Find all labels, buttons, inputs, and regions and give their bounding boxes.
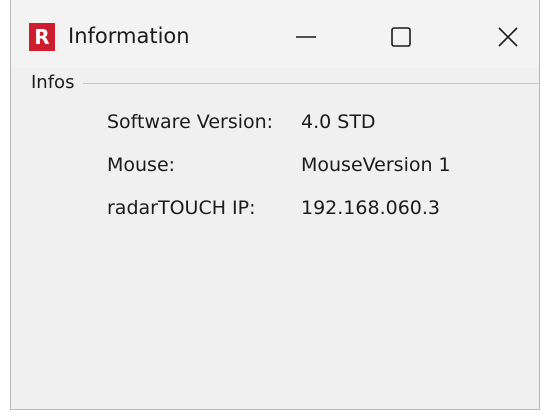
mouse-value: MouseVersion 1 — [301, 154, 451, 176]
radartouch-ip-label: radarTOUCH IP: — [107, 197, 256, 219]
software-version-label: Software Version: — [107, 111, 274, 133]
groupbox-label: Infos — [31, 72, 75, 93]
window-title: Information — [68, 24, 190, 48]
minimize-button[interactable] — [284, 20, 328, 54]
radartouch-ip-value: 192.168.060.3 — [301, 197, 441, 219]
close-icon — [498, 27, 518, 47]
title-bar[interactable]: R Information — [11, 0, 539, 68]
app-icon: R — [29, 23, 55, 51]
mouse-label: Mouse: — [107, 154, 176, 176]
groupbox-border — [83, 83, 539, 84]
maximize-icon — [391, 27, 411, 47]
software-version-value: 4.0 STD — [301, 111, 376, 133]
information-window: R Information Infos Software Version: 4.… — [10, 0, 540, 410]
close-button[interactable] — [486, 20, 530, 54]
minimize-icon — [296, 36, 316, 38]
maximize-button[interactable] — [379, 20, 423, 54]
infos-groupbox: Infos Software Version: 4.0 STD Mouse: M… — [11, 72, 539, 409]
